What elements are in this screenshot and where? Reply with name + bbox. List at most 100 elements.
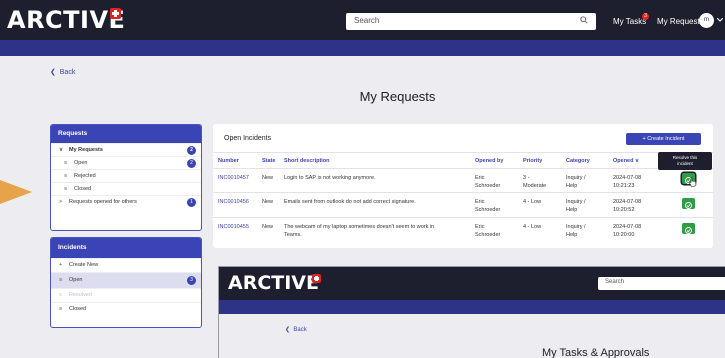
- open-incidents-card: Open Incidents + Create Incident Number …: [213, 124, 713, 248]
- category-cell: Help: [566, 183, 578, 189]
- nav-my-tasks[interactable]: My Tasks: [613, 17, 646, 26]
- search-placeholder: Search: [354, 16, 380, 25]
- column-header-state[interactable]: State: [262, 158, 275, 164]
- avatar[interactable]: m: [699, 13, 714, 28]
- search-input[interactable]: Search: [346, 13, 596, 30]
- search-placeholder: Search: [605, 279, 625, 285]
- back-label: Back: [293, 327, 307, 333]
- chevron-down-icon[interactable]: [717, 18, 723, 22]
- opened-by-cell: Schroeder: [475, 232, 501, 238]
- requests-panel-title: Requests: [51, 125, 201, 143]
- sidebar-item-resolved[interactable]: ≡ Resolved: [51, 288, 201, 302]
- sidebar-item-my-requests[interactable]: ∨ My Requests 2: [51, 143, 201, 156]
- tooltip-line: incident: [677, 161, 693, 166]
- state-cell: New: [262, 175, 274, 181]
- nav-my-requests[interactable]: My Requests: [657, 17, 704, 26]
- column-header-description[interactable]: Short description: [284, 158, 330, 164]
- sidebar-item-label: Resolved: [69, 292, 92, 298]
- incidents-panel-title: Incidents: [51, 238, 201, 258]
- state-cell: New: [262, 224, 274, 230]
- count-badge: 2: [187, 146, 196, 155]
- state-cell: New: [262, 199, 274, 205]
- description-cell: Emails sent from outlook do not add corr…: [284, 199, 416, 205]
- back-link: ❮ Back: [285, 327, 307, 333]
- column-header-number[interactable]: Number: [218, 158, 239, 164]
- list-icon: ≡: [64, 186, 68, 192]
- resolve-tooltip: Resolve this incident: [658, 152, 712, 170]
- secondary-nav-bar: [219, 300, 725, 314]
- list-icon: ≡: [59, 292, 63, 298]
- category-cell: Inquiry /: [566, 175, 586, 181]
- column-header-priority[interactable]: Priority: [523, 158, 542, 164]
- opened-by-cell: Eric: [475, 224, 485, 230]
- opened-by-cell: Schroeder: [475, 207, 501, 213]
- column-header-opened[interactable]: Opened ∨: [613, 158, 639, 164]
- page-title: My Requests: [359, 89, 436, 104]
- sidebar-item-incidents-closed[interactable]: ≡ Closed: [51, 302, 201, 316]
- priority-cell: 4 - Low: [523, 224, 542, 230]
- back-link[interactable]: ❮ Back: [50, 68, 75, 76]
- count-badge: 2: [187, 159, 196, 168]
- create-incident-button[interactable]: + Create Incident: [626, 133, 701, 145]
- sort-down-icon: ∨: [635, 158, 640, 164]
- description-cell: Login to SAP is not working anymore.: [284, 175, 376, 181]
- sidebar-item-open[interactable]: ≡ Open 2: [51, 156, 201, 169]
- resolve-incident-button[interactable]: [682, 223, 695, 234]
- overlay-window-preview: ARCTIVE Search ❮ Back My Tasks & Approva…: [218, 266, 725, 358]
- category-cell: Help: [566, 207, 578, 213]
- sidebar-item-label: Requests opened for others: [69, 199, 137, 205]
- list-icon: ≡: [64, 173, 68, 179]
- sidebar-item-label: Closed: [69, 306, 87, 312]
- sidebar-item-label: Closed: [74, 186, 92, 192]
- divider: [213, 152, 713, 153]
- sidebar-item-label: Rejected: [74, 173, 96, 179]
- divider: [213, 217, 713, 218]
- overlay-top-bar: ARCTIVE Search: [219, 267, 725, 300]
- category-cell: Inquiry /: [566, 199, 586, 205]
- category-cell: Inquiry /: [566, 224, 586, 230]
- sidebar-item-label: My Requests: [69, 147, 103, 153]
- list-icon: ≡: [59, 306, 63, 312]
- sidebar-item-label: Open: [74, 160, 88, 166]
- incident-number-link[interactable]: INC0010457: [218, 174, 249, 182]
- opened-by-cell: Schroeder: [475, 183, 501, 189]
- chevron-down-icon: ∨: [59, 147, 64, 153]
- divider: [213, 168, 713, 169]
- priority-cell: 3 -: [523, 175, 530, 181]
- count-badge: 1: [187, 198, 196, 207]
- column-header-category[interactable]: Category: [566, 158, 590, 164]
- opened-time-cell: 10:20:00: [613, 232, 635, 238]
- divider: [213, 192, 713, 193]
- brand-plus-icon: [312, 274, 321, 283]
- incident-number-link[interactable]: INC0010456: [218, 198, 249, 206]
- category-cell: Help: [566, 232, 578, 238]
- page-title: My Tasks & Approvals: [542, 347, 650, 358]
- resolve-incident-button[interactable]: [682, 198, 695, 209]
- column-header-opened-by[interactable]: Opened by: [475, 158, 503, 164]
- count-badge: 3: [187, 276, 196, 285]
- pointer-arrow-decoration: [0, 177, 32, 207]
- opened-time-cell: 10:21:23: [613, 183, 635, 189]
- sidebar-item-closed[interactable]: ≡ Closed: [51, 182, 201, 195]
- top-navigation-bar: ARCTIVE Search My Tasks 3 My Requests m: [0, 0, 725, 40]
- opened-by-cell: Eric: [475, 199, 485, 205]
- back-label: Back: [59, 69, 76, 76]
- brand-plus-icon: [110, 8, 121, 19]
- sidebar-item-rejected[interactable]: ≡ Rejected: [51, 169, 201, 182]
- requests-panel: Requests ∨ My Requests 2 ≡ Open 2 ≡ Rejected …: [50, 124, 202, 231]
- brand-logo[interactable]: ARCTIVE: [7, 6, 125, 34]
- incident-number-link[interactable]: INC0010455: [218, 223, 249, 231]
- secondary-nav-bar: [0, 40, 725, 56]
- sidebar-item-requests-for-others[interactable]: > Requests opened for others 1: [51, 195, 201, 208]
- sidebar-item-label: Create New: [69, 262, 99, 268]
- priority-cell: Moderate: [523, 183, 547, 189]
- column-header-label: Opened: [613, 158, 634, 164]
- search-icon[interactable]: [580, 16, 588, 24]
- chevron-right-icon: >: [59, 199, 63, 205]
- brand-logo: ARCTIVE: [228, 272, 319, 294]
- sidebar-item-incidents-open[interactable]: ≡ Open 3: [51, 272, 201, 288]
- list-icon: ≡: [64, 160, 68, 166]
- opened-time-cell: 10:20:52: [613, 207, 635, 213]
- sidebar-item-create-new[interactable]: + Create New: [51, 258, 201, 272]
- screen: ARCTIVE Search My Tasks 3 My Requests m …: [0, 0, 725, 358]
